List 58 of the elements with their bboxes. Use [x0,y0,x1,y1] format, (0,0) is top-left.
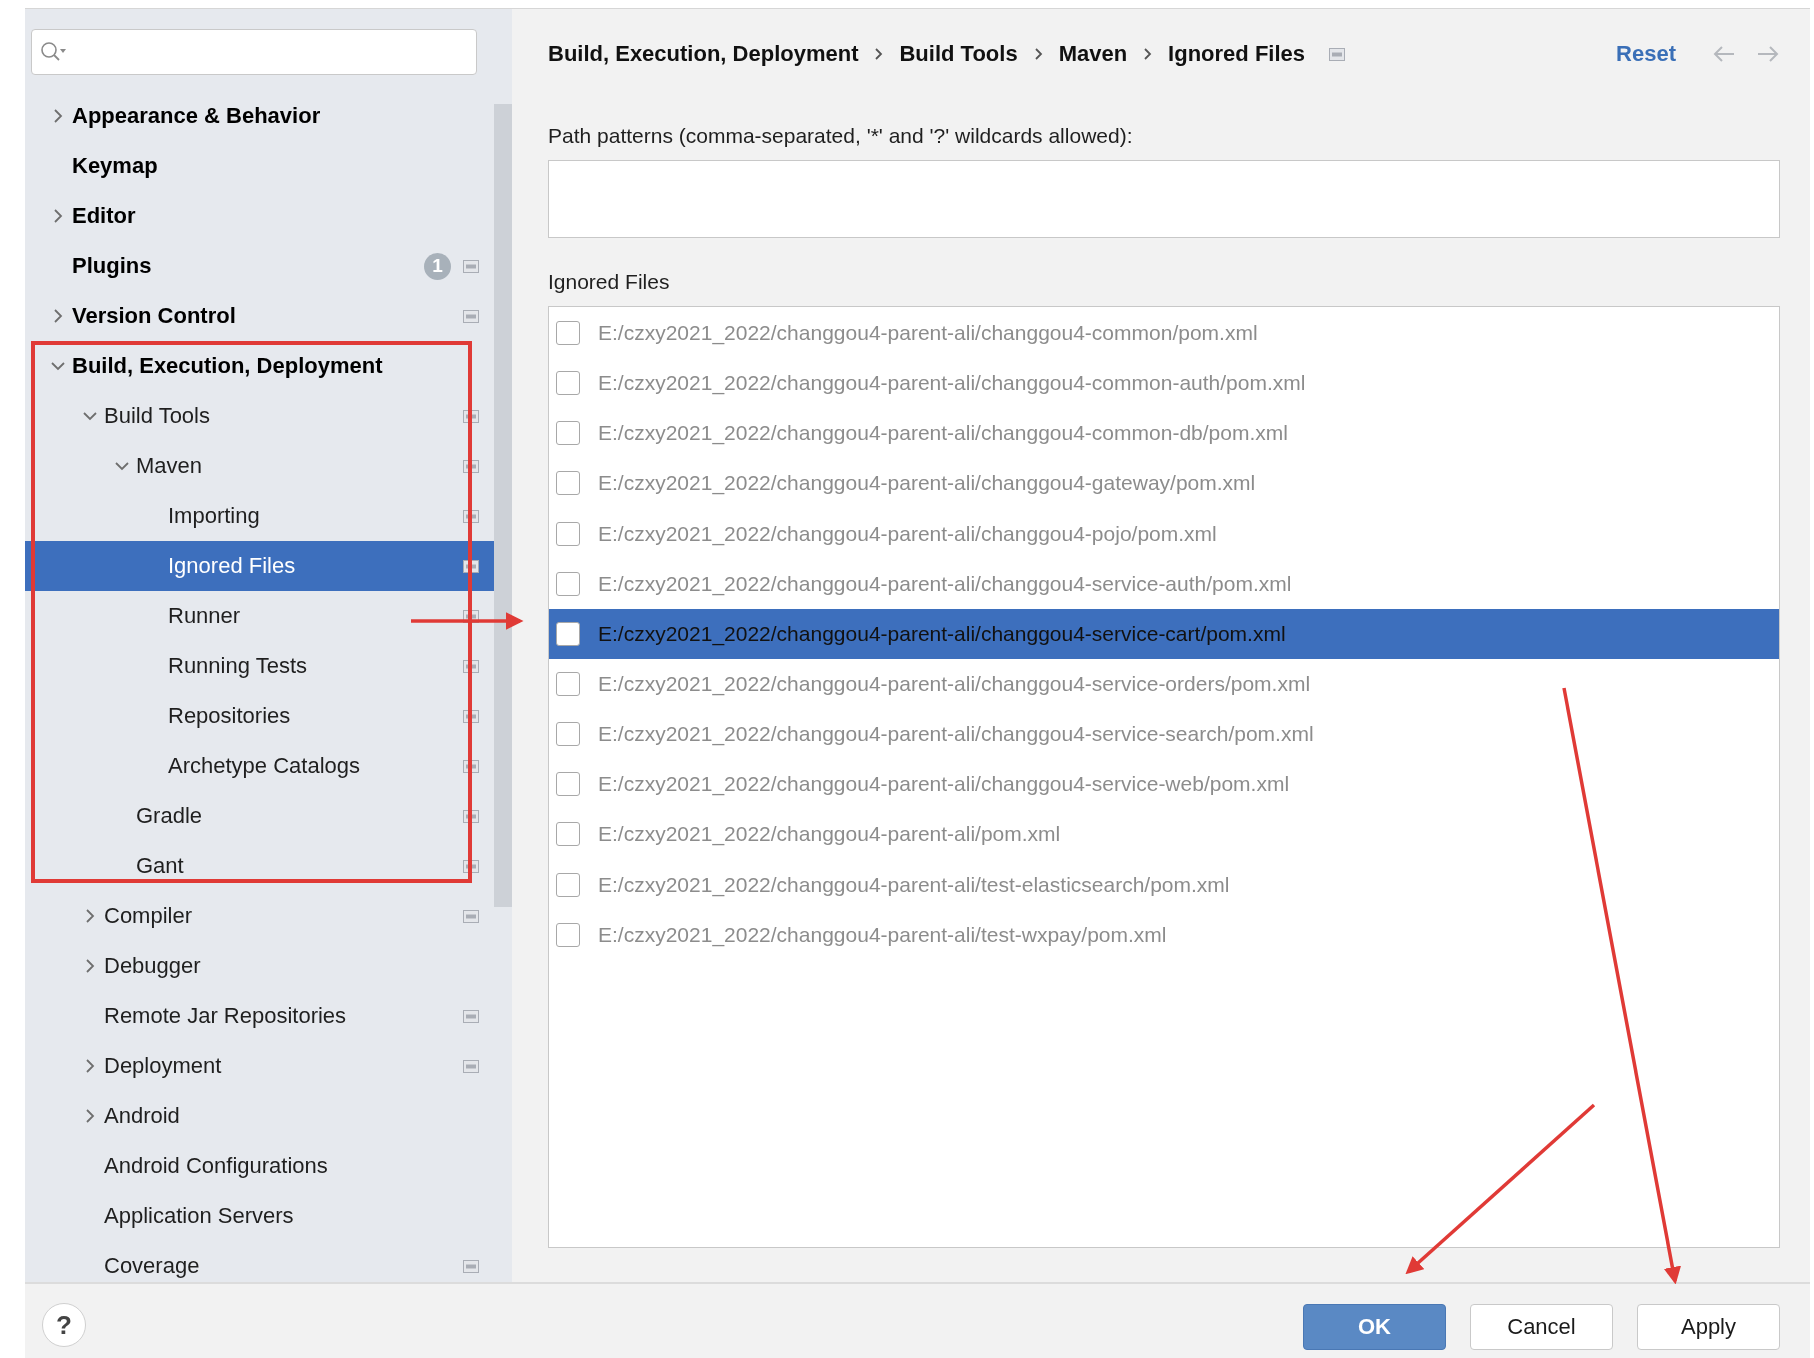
checkbox[interactable] [556,772,580,797]
checkbox[interactable] [556,321,580,346]
checkbox[interactable] [556,571,580,596]
checkbox[interactable] [556,872,580,897]
sidebar-item[interactable]: Runner [25,591,494,641]
sidebar-item[interactable]: Gant [25,841,494,891]
dialog-button[interactable]: Apply [1637,1304,1780,1350]
breadcrumb-item: Build, Execution, Deployment [548,41,859,67]
sidebar-item[interactable]: Deployment [25,1041,494,1091]
sidebar-item[interactable]: Version Control [25,291,494,341]
sidebar-item[interactable]: Android Configurations [25,1141,494,1191]
chevron-right-icon [874,47,884,61]
checkbox[interactable] [556,922,580,947]
scrollbar-thumb[interactable] [494,104,512,907]
sidebar-item[interactable]: Android [25,1091,494,1141]
list-label: Ignored Files [548,269,671,295]
sidebar-item[interactable]: Plugins 1 [25,241,494,291]
sidebar-item[interactable]: Compiler [25,891,494,941]
sidebar-item[interactable]: Editor [25,191,494,241]
sidebar-item[interactable]: Archetype Catalogs [25,741,494,791]
checkbox[interactable] [556,672,580,697]
reset-link[interactable]: Reset [1616,41,1676,67]
breadcrumb-item: Ignored Files [1168,41,1306,67]
checkbox[interactable] [556,822,580,847]
sidebar-item[interactable]: Coverage [25,1241,494,1282]
ok-button[interactable]: OK [1303,1304,1446,1350]
sidebar-item[interactable]: Running Tests [25,641,494,691]
breadcrumb-item: Build Tools [899,41,1018,67]
project-icon [1329,47,1346,61]
search-icon [40,41,68,63]
path-patterns-field[interactable] [548,160,1780,238]
sidebar-item[interactable]: Application Servers [25,1191,494,1241]
checkbox[interactable] [556,722,580,747]
checkbox[interactable] [556,621,580,646]
sidebar-item[interactable]: Ignored Files [25,541,494,591]
chevron-right-icon [1143,47,1153,61]
count-badge: 1 [424,252,451,280]
sidebar-item[interactable]: Appearance & Behavior [25,91,494,141]
checkbox[interactable] [556,421,580,446]
checkbox[interactable] [556,471,580,496]
sidebar-item[interactable]: Keymap [25,141,494,191]
checkbox[interactable] [556,521,580,546]
field-label: Path patterns (comma-separated, '*' and '?' wildcards allowed): [548,123,1134,149]
sidebar-item[interactable]: Remote Jar Repositories [25,991,494,1041]
chevron-right-icon [1033,47,1043,61]
breadcrumb-item: Maven [1058,41,1128,67]
sidebar-item[interactable]: Repositories [25,691,494,741]
sidebar-item[interactable]: Maven [25,441,494,491]
sidebar-item[interactable]: Importing [25,491,494,541]
sidebar-item[interactable]: Build, Execution, Deployment [25,341,494,391]
dialog-button[interactable]: Cancel [1470,1304,1613,1350]
sidebar-item[interactable]: Gradle [25,791,494,841]
file-row[interactable]: E:/czxy2021_2022/changgou4-parent-ali/changgou4-service-cart/pom.xml [549,608,1779,659]
search-field[interactable] [31,29,477,75]
sidebar-item[interactable]: Debugger [25,941,494,991]
sidebar-item[interactable]: Build Tools [25,391,494,441]
help-button[interactable]: ? [42,1303,86,1347]
checkbox[interactable] [556,371,580,396]
